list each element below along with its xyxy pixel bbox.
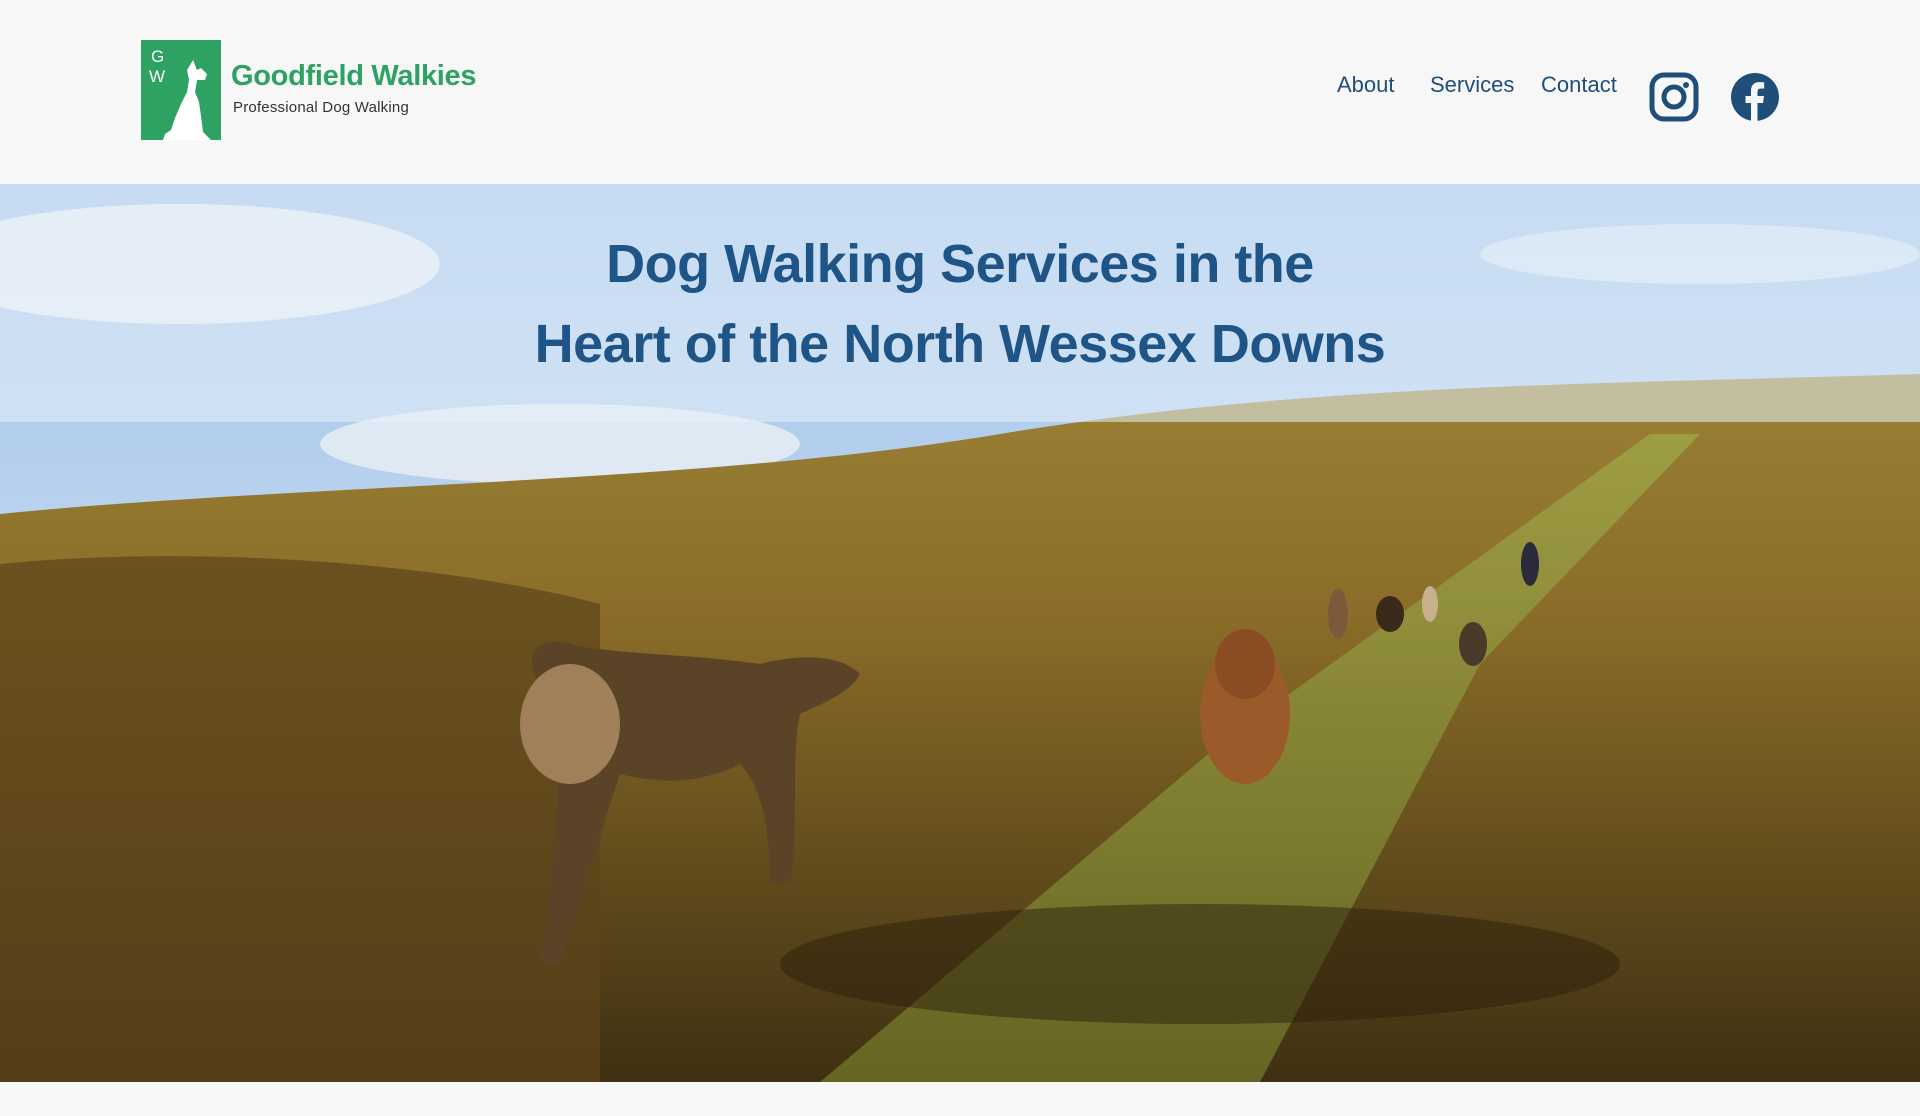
hero-title-line-2: Heart of the North Wessex Downs (534, 314, 1386, 374)
nav-link-contact[interactable]: Contact (1541, 72, 1617, 98)
hero-title: Dog Walking Services in the Heart of the… (0, 224, 1920, 384)
page-bottom-strip (0, 1082, 1920, 1116)
brand-tagline: Professional Dog Walking (233, 99, 409, 116)
logo-link[interactable]: G W Goodfield Walkies Professional Dog W… (141, 40, 481, 140)
hero-banner: Dog Walking Services in the Heart of the… (0, 184, 1920, 1082)
facebook-link[interactable] (1730, 72, 1780, 122)
logo-monogram-g: G (151, 47, 164, 66)
site-header: G W Goodfield Walkies Professional Dog W… (0, 0, 1920, 184)
facebook-icon (1731, 73, 1779, 121)
nav-link-about[interactable]: About (1337, 72, 1395, 98)
logo-monogram-w: W (149, 67, 165, 86)
brand-name: Goodfield Walkies (231, 60, 477, 92)
instagram-link[interactable] (1649, 72, 1699, 122)
logo-dog-icon: G W (141, 40, 221, 140)
instagram-icon (1649, 72, 1699, 122)
hero-title-line-1: Dog Walking Services in the (606, 234, 1314, 294)
nav-link-services[interactable]: Services (1430, 72, 1514, 98)
